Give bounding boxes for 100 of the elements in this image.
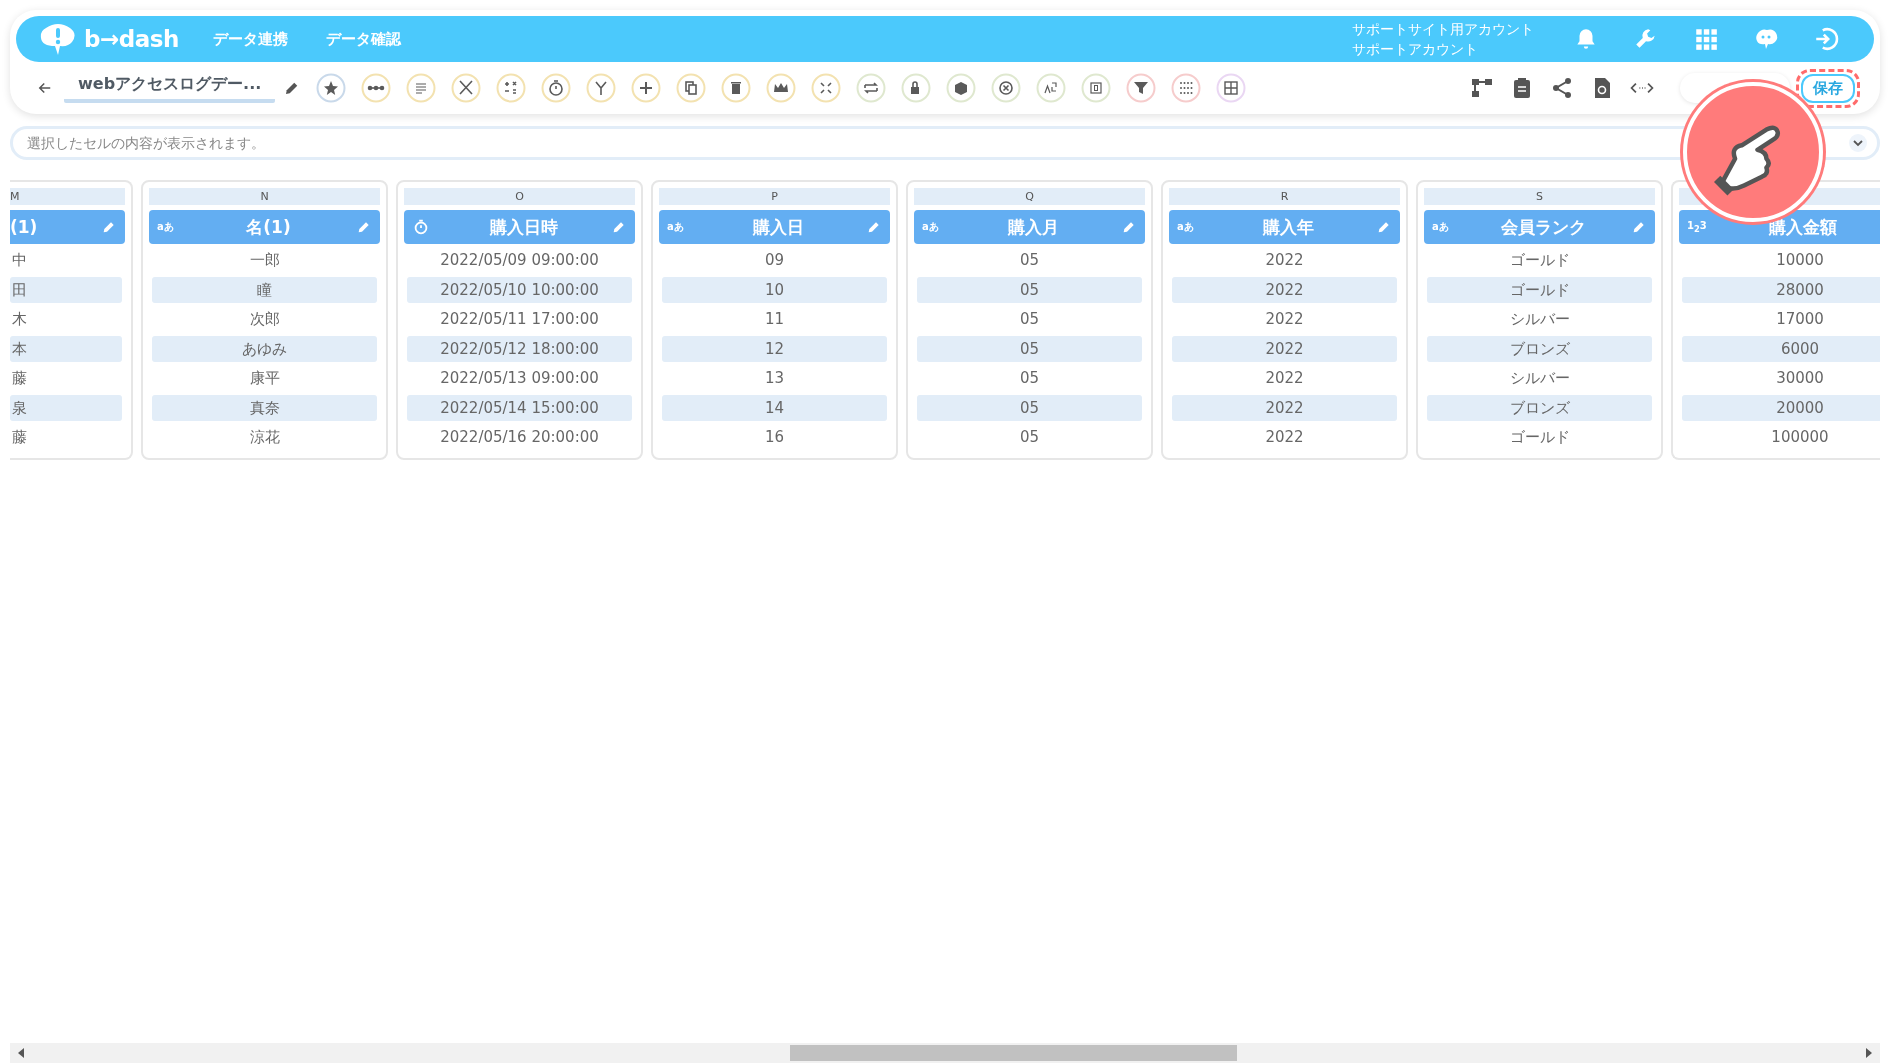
text-type-label: aあ bbox=[157, 220, 175, 234]
cell-content-field[interactable]: 選択したセルの内容が表示されます。 bbox=[10, 126, 1880, 160]
table-cell-text: 30000 bbox=[1775, 368, 1825, 389]
table-cell-text: ゴールド bbox=[1508, 427, 1571, 448]
lines-icon[interactable] bbox=[406, 73, 437, 103]
table-cell: 2022/05/12 18:00:00 bbox=[407, 335, 632, 362]
lock-icon[interactable] bbox=[901, 73, 932, 103]
column-letter: M bbox=[10, 188, 125, 205]
column-name: (1) bbox=[10, 217, 39, 237]
table-cell-text: 11 bbox=[763, 309, 786, 330]
account-name: サポートサイト用アカウント bbox=[1352, 20, 1534, 39]
table-cell-text: シルバー bbox=[1508, 368, 1571, 389]
table-cell-text: 17000 bbox=[1775, 309, 1825, 330]
table-cell-text: 05 bbox=[1018, 250, 1041, 271]
table-cell: 瞳 bbox=[152, 276, 377, 303]
horizontal-scrollbar[interactable] bbox=[10, 1043, 1880, 1063]
table-cell-text: 2022/05/11 17:00:00 bbox=[439, 309, 600, 330]
column-name: 購入金額 bbox=[1767, 215, 1838, 239]
table-cell-text: 13 bbox=[763, 368, 786, 389]
table-cell-text: 2022 bbox=[1264, 309, 1305, 330]
column-header[interactable]: aあ 会員ランク bbox=[1424, 210, 1655, 244]
table-cell: 10 bbox=[662, 276, 887, 303]
scroll-left-icon[interactable] bbox=[18, 1048, 24, 1058]
account-name: サポートアカウント bbox=[1352, 40, 1479, 59]
table-cell-text: シルバー bbox=[1508, 309, 1571, 330]
table-cell-text: 05 bbox=[1018, 427, 1041, 448]
table-cell-text: 05 bbox=[1018, 368, 1041, 389]
column-header[interactable]: aあ 購入月 bbox=[914, 210, 1145, 244]
column-letter: P bbox=[659, 188, 890, 205]
table-cell-text: 09 bbox=[763, 250, 786, 271]
column-letter: O bbox=[404, 188, 635, 205]
table-cell: 田 bbox=[10, 276, 122, 303]
compress-icon[interactable] bbox=[811, 73, 842, 103]
table-cell-text: 涼花 bbox=[248, 427, 281, 448]
plus-icon[interactable] bbox=[631, 73, 662, 103]
column-header[interactable]: aあ 名(1) bbox=[149, 210, 380, 244]
table-cell: 2022/05/10 10:00:00 bbox=[407, 276, 632, 303]
column-header[interactable]: (1) bbox=[10, 210, 125, 244]
column-header[interactable]: aあ 購入日 bbox=[659, 210, 890, 244]
table-cell-text: 2022 bbox=[1264, 368, 1305, 389]
table-cell: 6000 bbox=[1682, 335, 1880, 362]
column-header[interactable]: 購入日時 bbox=[404, 210, 635, 244]
table-cell-text: 藤 bbox=[11, 427, 28, 448]
table-cell-text: 一郎 bbox=[248, 250, 281, 271]
column-name: 購入日 bbox=[752, 215, 805, 239]
swap-icon[interactable] bbox=[856, 73, 887, 103]
timer-icon[interactable] bbox=[541, 73, 572, 103]
table-cell: 本 bbox=[10, 335, 122, 362]
table-cell-text: 中 bbox=[11, 250, 28, 271]
dataset-title[interactable]: webアクセスログデー... bbox=[64, 73, 276, 103]
text-type-label: aあ bbox=[1432, 220, 1450, 234]
table-cell-text: 藤 bbox=[11, 368, 28, 389]
table-cell: 05 bbox=[917, 335, 1142, 362]
table-cell-text: 100000 bbox=[1770, 427, 1830, 448]
zero-icon[interactable] bbox=[1081, 73, 1112, 103]
table-cell-text: 康平 bbox=[248, 368, 281, 389]
column-name: 会員ランク bbox=[1500, 215, 1587, 239]
table-cell: 2022 bbox=[1172, 335, 1397, 362]
column-header[interactable]: aあ 購入年 bbox=[1169, 210, 1400, 244]
logo-icon bbox=[38, 22, 78, 56]
calculator-icon[interactable] bbox=[496, 73, 527, 103]
nav-link[interactable]: データ確認 bbox=[325, 29, 401, 49]
close-circle-icon[interactable] bbox=[991, 73, 1022, 103]
column-letter: S bbox=[1424, 188, 1655, 205]
table-cell: 2022 bbox=[1172, 276, 1397, 303]
column-letter: Q bbox=[914, 188, 1145, 205]
crown-icon[interactable] bbox=[766, 73, 797, 103]
translate-icon[interactable] bbox=[1036, 73, 1067, 103]
flow-icon[interactable] bbox=[1469, 76, 1495, 100]
table-cell: 20000 bbox=[1682, 394, 1880, 421]
table-cell-text: 2022/05/09 09:00:00 bbox=[439, 250, 600, 271]
table-cell: 14 bbox=[662, 394, 887, 421]
table-cell: ゴールド bbox=[1427, 276, 1652, 303]
table-cell: ブロンズ bbox=[1427, 394, 1652, 421]
table-cell: 真奈 bbox=[152, 394, 377, 421]
dot-grid-icon[interactable] bbox=[1171, 73, 1202, 103]
column-name: 購入日時 bbox=[488, 215, 559, 239]
text-type-label: aあ bbox=[1177, 220, 1195, 234]
grid-icon[interactable] bbox=[1216, 73, 1247, 103]
table-cell-text: 木 bbox=[11, 309, 28, 330]
timer-icon bbox=[412, 218, 430, 236]
scroll-right-icon[interactable] bbox=[1866, 1048, 1872, 1058]
table-cell-text: 05 bbox=[1018, 309, 1041, 330]
column-letter: N bbox=[149, 188, 380, 205]
copy-icon[interactable] bbox=[676, 73, 707, 103]
split-icon[interactable] bbox=[586, 73, 617, 103]
nav-link[interactable]: データ連携 bbox=[212, 29, 288, 49]
column-name: 購入年 bbox=[1262, 215, 1315, 239]
table-cell-text: 2022/05/16 20:00:00 bbox=[439, 427, 600, 448]
column-name: 購入月 bbox=[1007, 215, 1060, 239]
table-cell: 2022 bbox=[1172, 394, 1397, 421]
table-cell-text: ゴールド bbox=[1508, 250, 1571, 271]
scrollbar-thumb[interactable] bbox=[790, 1045, 1237, 1061]
filter-icon[interactable] bbox=[1126, 73, 1157, 103]
logo-text: b→dash bbox=[84, 26, 179, 52]
dots-icon[interactable] bbox=[361, 73, 392, 103]
table-cell: 泉 bbox=[10, 394, 122, 421]
trash-icon[interactable] bbox=[721, 73, 752, 103]
table-cell-text: 16 bbox=[763, 427, 786, 448]
chevron-down-icon[interactable] bbox=[1848, 133, 1868, 153]
